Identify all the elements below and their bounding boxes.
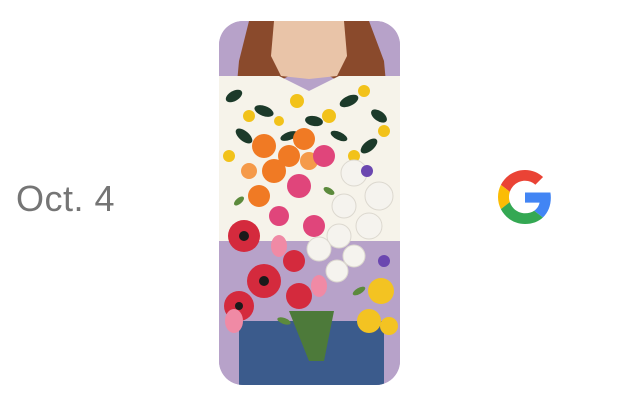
event-date: Oct. 4: [16, 178, 116, 219]
google-g-logo-graphic: [498, 170, 551, 224]
phone-shaped-photo: [219, 21, 400, 385]
announcement-banner: Oct. 4: [0, 0, 620, 413]
google-g-icon: [498, 170, 552, 224]
bouquet-photo-illustration: [219, 21, 400, 385]
